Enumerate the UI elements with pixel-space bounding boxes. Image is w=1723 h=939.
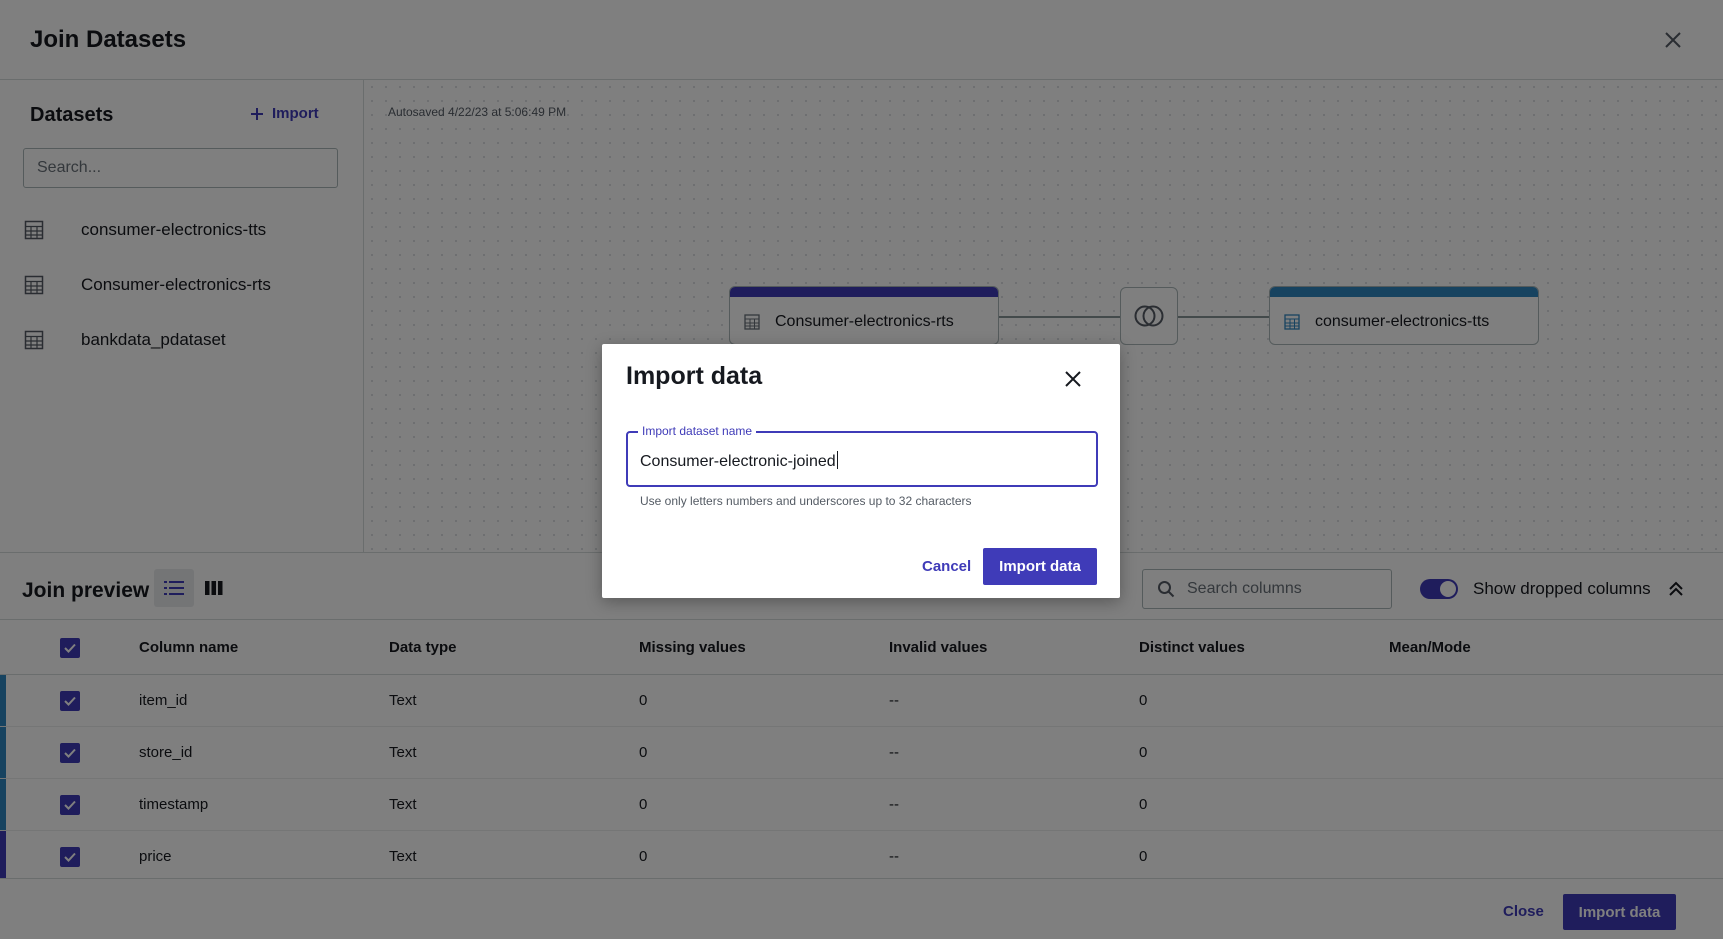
close-icon[interactable] (1060, 366, 1086, 392)
dataset-name-hint: Use only letters numbers and underscores… (640, 494, 972, 508)
dataset-name-field[interactable]: Import dataset name Consumer-electronic-… (626, 424, 1098, 487)
modal-import-data-button[interactable]: Import data (983, 548, 1097, 585)
dataset-name-label: Import dataset name (638, 424, 757, 438)
import-data-modal: Import data Import dataset name Consumer… (602, 344, 1120, 598)
modal-title: Import data (626, 362, 763, 390)
dataset-name-value: Consumer-electronic-joined (640, 453, 836, 470)
dataset-name-input[interactable]: Consumer-electronic-joined (640, 451, 838, 471)
text-caret (836, 451, 838, 469)
cancel-button[interactable]: Cancel (922, 558, 971, 575)
